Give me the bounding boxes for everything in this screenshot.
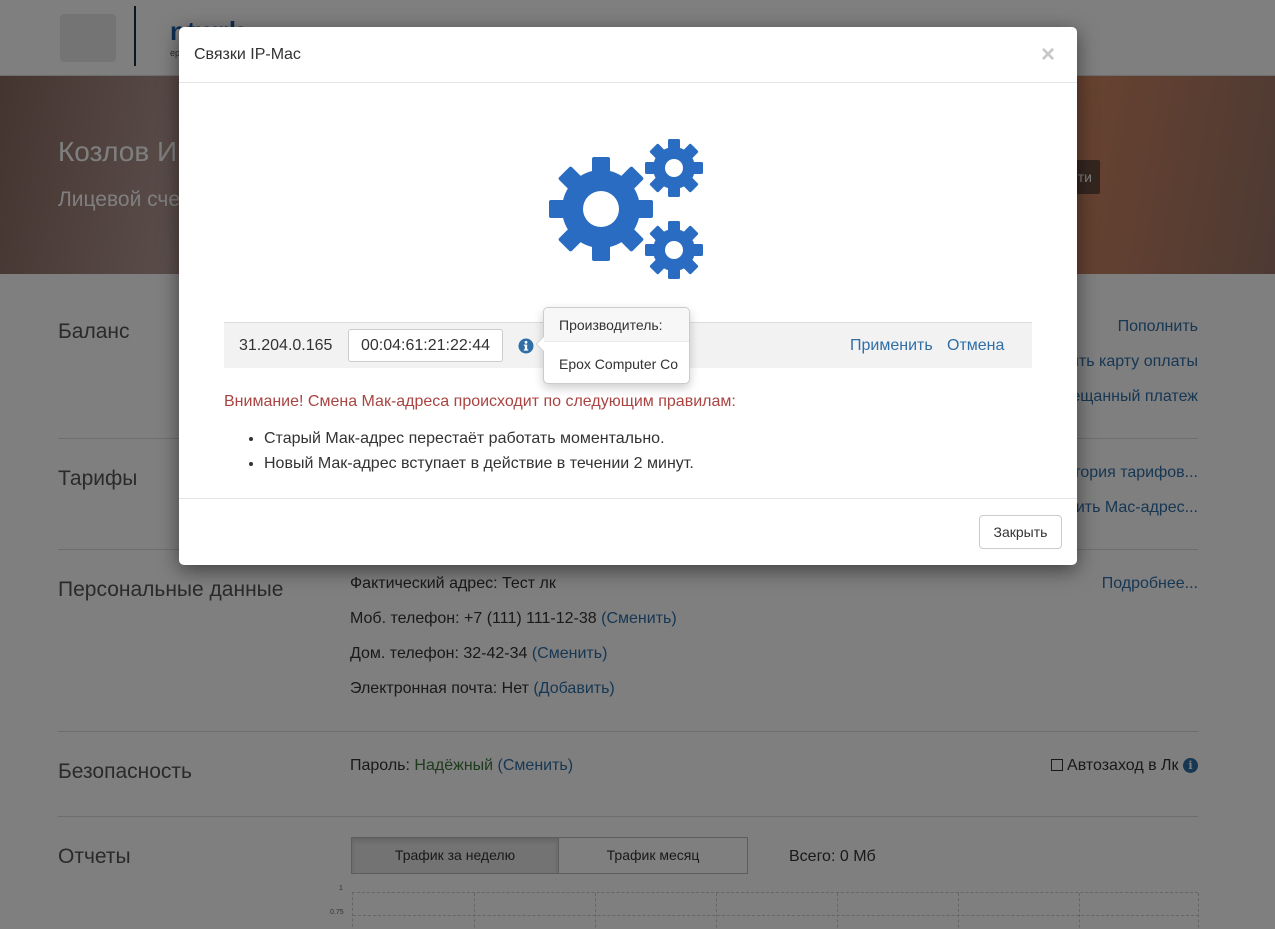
- ip-mac-dialog: Связки IP-Mac × 31.204.0.165 00:04:61:21…: [179, 27, 1077, 565]
- mac-change-warning: Внимание! Смена Мак-адреса происходит по…: [224, 393, 736, 410]
- info-icon: [518, 338, 534, 354]
- popover-vendor-name: Epox Computer Co: [559, 356, 679, 372]
- apply-link[interactable]: Применить: [850, 337, 933, 355]
- vendor-popover: Производитель: Epox Computer Co: [536, 307, 690, 384]
- gears-icon: [549, 139, 703, 279]
- list-item: Старый Мак-адрес перестаёт работать моме…: [264, 426, 694, 451]
- dialog-footer: Закрыть: [179, 498, 1077, 565]
- popover-arrow: [536, 336, 544, 352]
- list-item: Новый Мак-адрес вступает в действие в те…: [264, 451, 694, 476]
- dialog-title: Связки IP-Mac: [194, 46, 301, 63]
- close-button[interactable]: Закрыть: [979, 515, 1062, 549]
- mac-rules-list: Старый Мак-адрес перестаёт работать моме…: [264, 426, 694, 476]
- cancel-link[interactable]: Отмена: [947, 337, 1004, 355]
- close-icon[interactable]: ×: [1041, 41, 1055, 69]
- popover-title: Производитель:: [544, 308, 689, 342]
- mac-address-input[interactable]: [348, 329, 503, 362]
- ip-address: 31.204.0.165: [239, 337, 333, 354]
- vendor-info-icon[interactable]: [518, 338, 534, 359]
- dialog-header: Связки IP-Mac ×: [179, 27, 1077, 83]
